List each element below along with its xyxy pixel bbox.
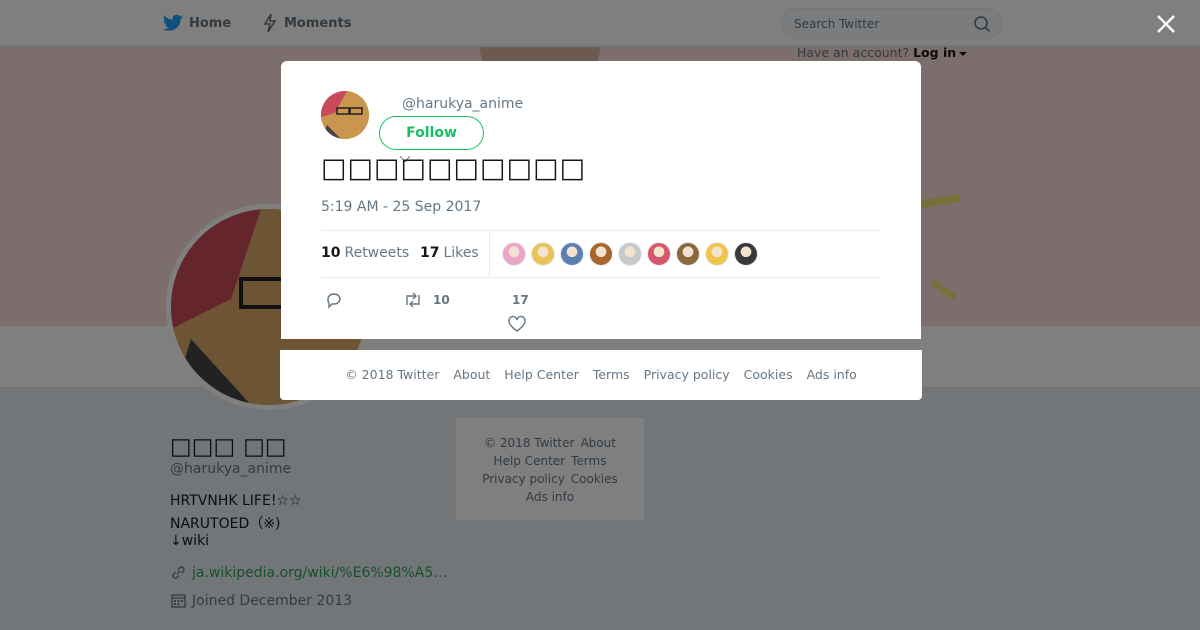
like-button[interactable]	[508, 315, 526, 333]
liker-avatar[interactable]	[560, 242, 584, 266]
liker-avatar[interactable]	[502, 242, 526, 266]
retweet-button[interactable]: 10	[403, 291, 450, 309]
liker-avatars	[502, 242, 763, 266]
footer-link-privacy[interactable]: Privacy policy	[644, 367, 730, 382]
liker-avatar[interactable]	[676, 242, 700, 266]
modal-footer: © 2018 Twitter About Help Center Terms P…	[280, 350, 922, 400]
tweet-author-handle[interactable]: @harukya_anime	[402, 96, 523, 112]
likes-count: 17	[420, 245, 440, 261]
footer-link-cookies[interactable]: Cookies	[744, 367, 793, 382]
liker-avatar[interactable]	[647, 242, 671, 266]
likes-label: Likes	[443, 245, 479, 261]
like-count-label: 17	[512, 293, 529, 307]
liker-avatar[interactable]	[734, 242, 758, 266]
liker-avatar[interactable]	[589, 242, 613, 266]
tweet-actions: 10 17	[321, 287, 881, 337]
liker-avatar[interactable]	[531, 242, 555, 266]
stats-divider	[489, 231, 490, 278]
tweet-permalink-modal: @harukya_anime Follow □□□□□□□□□□ 5:19 AM…	[281, 61, 921, 339]
retweets-label: Retweets	[344, 245, 410, 261]
tweet-timestamp[interactable]: 5:19 AM - 25 Sep 2017	[321, 199, 481, 215]
likes-stat[interactable]: 17 Likes	[420, 245, 479, 261]
avatar-illustration	[321, 91, 369, 139]
liker-avatar[interactable]	[705, 242, 729, 266]
close-icon[interactable]	[1154, 12, 1178, 36]
footer-link-about[interactable]: About	[453, 367, 490, 382]
tweet-author-avatar[interactable]	[321, 91, 369, 139]
like-count[interactable]: 17	[512, 293, 529, 307]
reply-button[interactable]	[325, 291, 343, 309]
retweets-stat[interactable]: 10 Retweets	[321, 245, 409, 261]
follow-button[interactable]: Follow	[379, 116, 484, 150]
footer-link-ads-info[interactable]: Ads info	[807, 367, 857, 382]
footer-copyright: © 2018 Twitter	[345, 367, 440, 382]
liker-avatar[interactable]	[618, 242, 642, 266]
heart-icon	[508, 315, 526, 332]
tweet-stats: 10 Retweets 17 Likes	[321, 230, 881, 278]
retweet-icon	[406, 292, 420, 308]
reply-icon	[327, 293, 341, 309]
footer-link-help-center[interactable]: Help Center	[504, 367, 579, 382]
retweets-count: 10	[321, 245, 341, 261]
tweet-text: □□□□□□□□□□	[321, 153, 587, 184]
retweet-count: 10	[433, 293, 450, 307]
footer-link-terms[interactable]: Terms	[593, 367, 630, 382]
